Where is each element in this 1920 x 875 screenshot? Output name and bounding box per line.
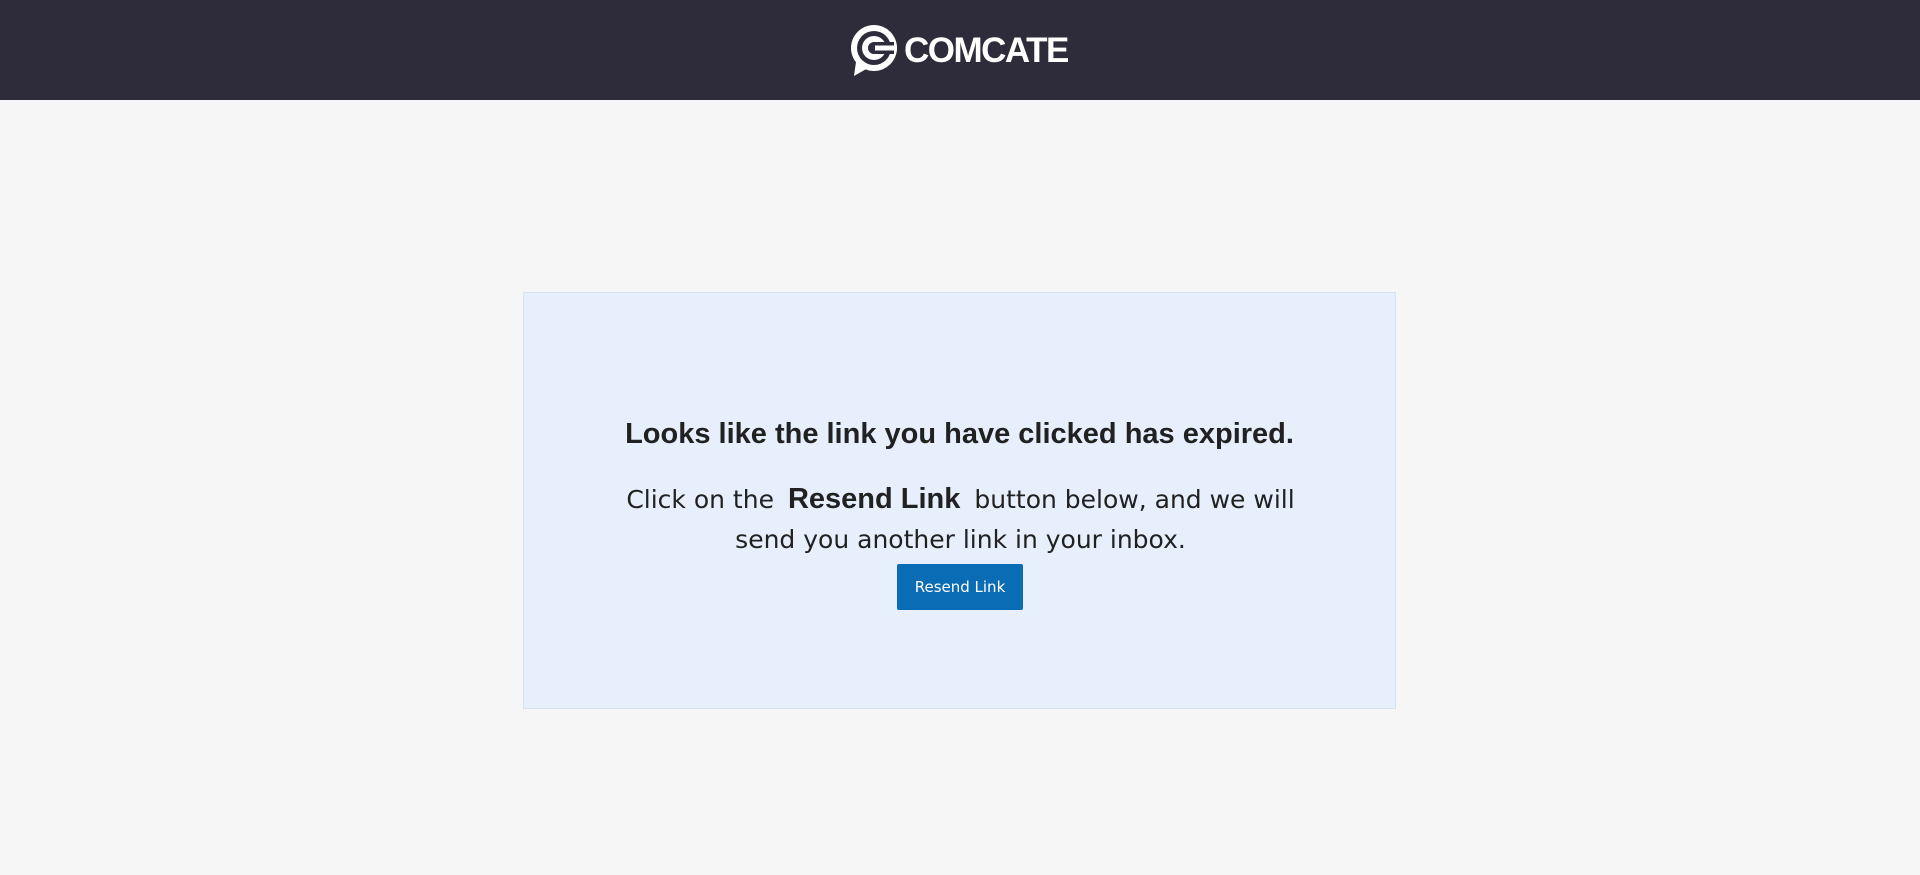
- comcate-speech-c-icon: [851, 25, 897, 76]
- comcate-logo[interactable]: COMCATE: [848, 22, 1069, 78]
- resend-link-highlight: Resend Link: [787, 483, 961, 515]
- expired-link-card: Looks like the link you have clicked has…: [523, 292, 1396, 709]
- expired-link-title: Looks like the link you have clicked has…: [625, 418, 1294, 450]
- top-header-bar: COMCATE: [0, 0, 1920, 100]
- resend-link-button[interactable]: Resend Link: [897, 564, 1023, 610]
- instructions-lead: Click on the: [626, 485, 774, 514]
- brand-name: COMCATE: [904, 30, 1069, 70]
- resend-instructions: Click on the Resend Link button below, and…: [604, 479, 1317, 560]
